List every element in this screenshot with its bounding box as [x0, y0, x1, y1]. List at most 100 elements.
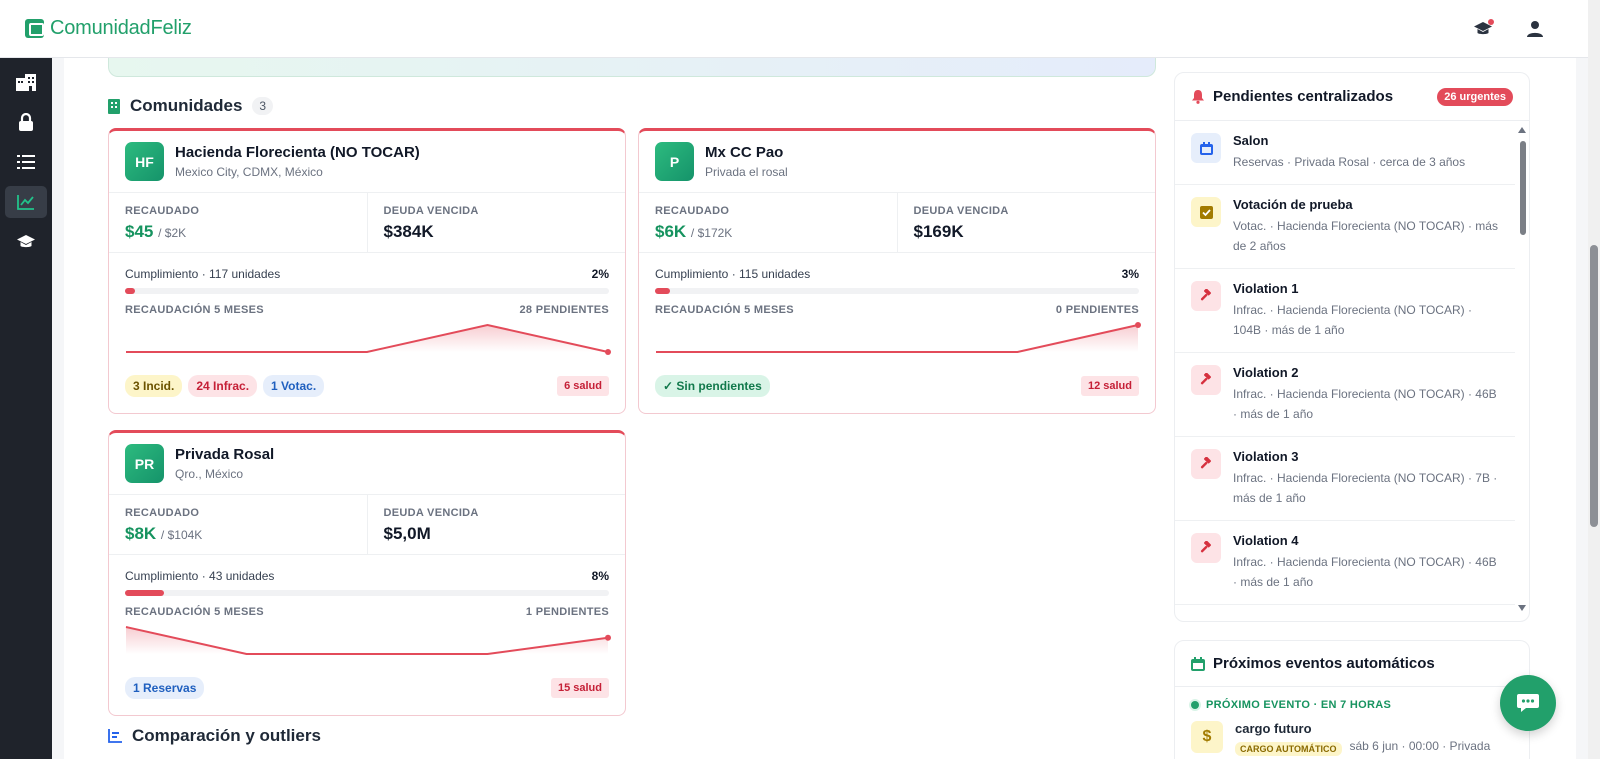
collection-sparkline	[656, 322, 1141, 353]
scroll-thumb[interactable]	[1590, 245, 1598, 527]
event-item[interactable]: $ cargo futuro CARGO AUTOMÁTICO sáb 6 ju…	[1175, 711, 1529, 757]
gavel-icon	[1191, 365, 1221, 395]
scroll-down-icon[interactable]	[1518, 605, 1526, 611]
panel-title: Pendientes centralizados	[1213, 88, 1394, 105]
events-panel: Próximos eventos automáticos PRÓXIMO EVE…	[1174, 640, 1530, 759]
scroll-thumb[interactable]	[1520, 141, 1526, 235]
sidebar-item-security[interactable]	[5, 106, 47, 138]
event-meta: sáb 6 jun · 00:00 · Privada	[1349, 739, 1491, 753]
community-card[interactable]: P Mx CC Pao Privada el rosal RECAUDADO $…	[638, 128, 1156, 414]
tag-label: 1 Reservas	[133, 681, 197, 695]
pending-title: Violation 3	[1233, 449, 1299, 464]
status-tag[interactable]: 1 Votac.	[263, 375, 325, 397]
sparkline-area	[126, 325, 608, 352]
compliance-bar	[125, 590, 609, 596]
pending-list[interactable]: Salon Reservas · Privada Rosal · cerca de…	[1175, 121, 1515, 611]
pending-item[interactable]: Salon Reservas · Privada Rosal · cerca de…	[1175, 121, 1515, 185]
health-score: 12 salud	[1080, 376, 1139, 396]
avatar: PR	[125, 444, 164, 483]
status-tag[interactable]: 3 Incid.	[125, 375, 183, 397]
pending-count: 1 PENDIENTES	[525, 606, 609, 618]
chat-button[interactable]	[1500, 675, 1556, 731]
health-score: 15 salud	[550, 678, 609, 698]
vote-icon	[1191, 197, 1221, 227]
pending-title: Violation 1	[1233, 281, 1299, 296]
pending-item[interactable]: Violation 3 Infrac. · Hacienda Florecient…	[1175, 437, 1515, 521]
calendar-icon	[1191, 656, 1205, 671]
sidebar-item-communities[interactable]	[5, 66, 47, 98]
collected-target: / $2K	[158, 226, 187, 240]
graduation-cap-icon[interactable]	[1472, 18, 1494, 40]
status-tag[interactable]: ✓ Sin pendientes	[655, 375, 770, 397]
pending-scrollbar[interactable]	[1518, 127, 1526, 611]
collected-label: RECAUDADO	[125, 507, 200, 519]
debt-label: DEUDA VENCIDA	[383, 205, 479, 217]
pending-title: Violation 2	[1233, 365, 1299, 380]
status-tag[interactable]: 1 Reservas	[125, 677, 205, 699]
community-card[interactable]: HF Hacienda Florecienta (NO TOCAR) Mexic…	[108, 128, 626, 414]
collection-sparkline	[125, 626, 611, 655]
sparkline-label: RECAUDACIÓN 5 MESES	[655, 304, 794, 316]
section-title: Comunidades	[130, 96, 243, 115]
sparkline-point	[1135, 322, 1141, 328]
page-scrollbar[interactable]	[1588, 0, 1600, 759]
pending-item[interactable]: Violation 2 Infrac. · Hacienda Florecient…	[1175, 353, 1515, 437]
community-location: Mexico City, CDMX, México	[175, 165, 323, 179]
compliance-label: Cumplimiento · 115 unidades	[655, 267, 811, 281]
app-name: ComunidadFeliz	[50, 17, 192, 39]
communities-header: Comunidades 3	[108, 96, 274, 116]
chat-icon	[1517, 694, 1539, 712]
app-logo[interactable]: ComunidadFeliz	[25, 17, 192, 40]
collected-target: / $172K	[690, 226, 733, 240]
community-name[interactable]: Privada Rosal	[175, 446, 274, 463]
pending-detail: Infrac. · Hacienda Florecienta (NO TOCAR…	[1233, 303, 1472, 337]
notification-dot	[1488, 18, 1494, 25]
check-icon: ✓	[663, 379, 677, 393]
community-card[interactable]: PR Privada Rosal Qro., México RECAUDADO …	[108, 430, 626, 716]
urgent-badge: 26 urgentes	[1437, 87, 1513, 106]
tag-label: 24 Infrac.	[196, 379, 250, 393]
collected-target: / $104K	[160, 528, 203, 542]
sidebar	[0, 58, 52, 759]
pending-item[interactable]: Violation 4 Infrac. · Hacienda Florecient…	[1175, 521, 1515, 605]
compliance-bar-fill	[655, 288, 670, 294]
logo-icon	[25, 19, 44, 38]
sparkline-point	[605, 349, 611, 355]
user-icon[interactable]	[1524, 18, 1546, 40]
main-content: Comunidades 3 HF Hacienda Florecienta (N…	[52, 58, 1588, 759]
next-event-label: PRÓXIMO EVENTO · EN 7 HORAS	[1206, 699, 1392, 711]
list-icon	[17, 155, 35, 169]
tag-label: 1 Votac.	[271, 379, 317, 393]
pending-count: 0 PENDIENTES	[1055, 304, 1139, 316]
graduation-cap-icon	[17, 235, 35, 248]
scroll-up-icon[interactable]	[1518, 127, 1526, 133]
compliance-bar-fill	[125, 288, 135, 294]
calendar-icon	[1191, 133, 1221, 163]
summary-banner	[108, 58, 1156, 77]
community-location: Privada el rosal	[705, 165, 788, 179]
debt-value: $169K	[913, 222, 964, 241]
sidebar-item-list[interactable]	[5, 146, 47, 178]
sparkline-area	[126, 627, 608, 654]
pending-title: Votación de prueba	[1233, 197, 1353, 212]
comparison-header: Comparación y outliers	[108, 726, 321, 746]
event-tag: CARGO AUTOMÁTICO	[1235, 742, 1342, 756]
compliance-bar	[125, 288, 609, 294]
sidebar-item-analytics[interactable]	[5, 186, 47, 218]
collection-sparkline	[126, 323, 611, 355]
sparkline-label: RECAUDACIÓN 5 MESES	[125, 606, 264, 618]
pending-item[interactable]: Votación de prueba Votac. · Hacienda Flor…	[1175, 185, 1515, 269]
community-name[interactable]: Mx CC Pao	[705, 144, 788, 161]
community-name[interactable]: Hacienda Florecienta (NO TOCAR)	[175, 144, 420, 161]
debt-value: $384K	[383, 222, 434, 241]
collected-value: $6K	[655, 222, 687, 241]
communities-count: 3	[252, 97, 274, 115]
collected-label: RECAUDADO	[125, 205, 200, 217]
status-tag[interactable]: 24 Infrac.	[188, 375, 258, 397]
top-bar: ComunidadFeliz	[0, 0, 1588, 58]
pending-item[interactable]: Violation 1 Infrac. · Hacienda Florecient…	[1175, 269, 1515, 353]
building-icon	[16, 74, 36, 91]
sidebar-item-academy[interactable]	[5, 226, 47, 258]
debt-label: DEUDA VENCIDA	[913, 205, 1009, 217]
pending-item[interactable]: Violation 5	[1175, 605, 1515, 611]
